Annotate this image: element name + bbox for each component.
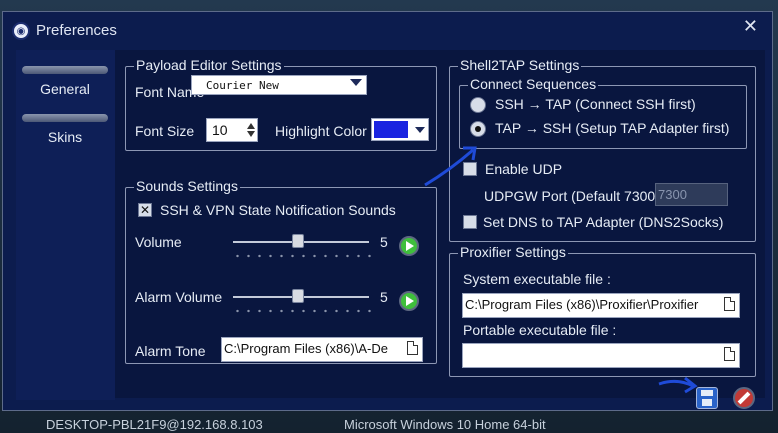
os-version-text: Microsoft Windows 10 Home 64-bit (344, 417, 546, 432)
alarm-volume-slider-thumb[interactable] (292, 289, 304, 303)
annotation-arrow (424, 146, 477, 187)
sounds-group: Sounds Settings ✕ SSH & VPN State Notifi… (125, 178, 437, 364)
proxifier-group: Proxifier Settings System executable fil… (449, 244, 756, 377)
window-title: Preferences (36, 22, 117, 39)
alarm-tone-field[interactable]: C:\Program Files (x86)\A-De (221, 337, 423, 362)
portable-executable-label: Portable executable file : (463, 322, 617, 338)
group-title: Sounds Settings (134, 178, 240, 194)
set-dns-label: Set DNS to TAP Adapter (DNS2Socks) (483, 214, 724, 230)
play-icon[interactable] (399, 291, 419, 311)
set-dns-checkbox[interactable] (463, 215, 477, 229)
alarm-volume-ticks (232, 309, 376, 313)
volume-slider-thumb[interactable] (292, 234, 304, 248)
system-executable-label: System executable file : (463, 271, 611, 287)
volume-value: 5 (380, 234, 388, 250)
portable-executable-field[interactable] (462, 343, 740, 368)
payload-editor-group: Payload Editor Settings Font Name Courie… (125, 57, 437, 151)
font-size-label: Font Size (135, 123, 195, 139)
system-executable-value: C:\Program Files (x86)\Proxifier\Proxifi… (465, 297, 699, 312)
font-name-value: Courier New (206, 79, 279, 92)
udpgw-port-value: 7300 (658, 187, 687, 202)
group-title: Proxifier Settings (458, 244, 568, 260)
sidebar-item-label: Skins (47, 129, 83, 145)
settings-panel: Payload Editor Settings Font Name Courie… (115, 50, 765, 409)
volume-label: Volume (135, 234, 182, 250)
sidebar-item-skins[interactable]: Skins (22, 114, 108, 152)
highlight-color-label: Highlight Color (275, 123, 367, 139)
close-icon[interactable]: ✕ (743, 16, 758, 37)
shell2tap-group: Shell2TAP Settings Connect Sequences SSH… (449, 57, 756, 242)
connect-sequences-group: Connect Sequences SSH → TAP (Connect SSH… (459, 76, 747, 149)
stepper-up-icon[interactable] (247, 123, 255, 129)
radio-ssh-first[interactable] (470, 97, 486, 113)
udpgw-port-label: UDPGW Port (Default 7300) (484, 188, 660, 204)
enable-udp-label: Enable UDP (485, 161, 563, 177)
font-size-stepper[interactable]: 10 (206, 118, 258, 142)
volume-ticks (232, 254, 376, 258)
app-logo-icon: ◉ (12, 22, 30, 40)
annotation-arrow (658, 376, 698, 394)
preferences-window: ◉ Preferences ✕ General Skins Payload Ed… (2, 11, 773, 411)
group-title: Connect Sequences (468, 76, 599, 92)
file-browse-icon[interactable] (407, 341, 418, 355)
udpgw-port-field[interactable]: 7300 (655, 183, 728, 206)
title-bar: ◉ Preferences ✕ (3, 12, 772, 50)
cancel-icon[interactable] (733, 387, 755, 409)
system-executable-field[interactable]: C:\Program Files (x86)\Proxifier\Proxifi… (462, 293, 740, 318)
font-size-value: 10 (212, 122, 228, 138)
notification-sounds-label: SSH & VPN State Notification Sounds (160, 202, 396, 218)
group-title: Payload Editor Settings (134, 57, 284, 73)
alarm-volume-value: 5 (380, 289, 388, 305)
file-browse-icon[interactable] (724, 347, 735, 361)
file-browse-icon[interactable] (724, 297, 735, 311)
radio-ssh-first-label: SSH → TAP (Connect SSH first) (495, 96, 696, 112)
sidebar: General Skins (16, 50, 115, 400)
chevron-down-icon (350, 79, 362, 86)
color-swatch (374, 121, 408, 138)
notification-sounds-checkbox[interactable]: ✕ (138, 203, 152, 217)
alarm-tone-value: C:\Program Files (x86)\A-De (224, 341, 388, 356)
play-icon[interactable] (399, 236, 419, 256)
group-title: Shell2TAP Settings (458, 57, 582, 73)
sidebar-item-label: General (40, 81, 90, 97)
radio-tap-first-label: TAP → SSH (Setup TAP Adapter first) (495, 120, 730, 136)
font-name-dropdown[interactable]: Courier New (191, 75, 367, 95)
alarm-volume-label: Alarm Volume (135, 289, 223, 305)
sidebar-item-general[interactable]: General (22, 66, 108, 104)
alarm-tone-label: Alarm Tone (135, 343, 206, 359)
stepper-down-icon[interactable] (247, 131, 255, 137)
host-address-text: DESKTOP-PBL21F9@192.168.8.103 (46, 417, 263, 432)
